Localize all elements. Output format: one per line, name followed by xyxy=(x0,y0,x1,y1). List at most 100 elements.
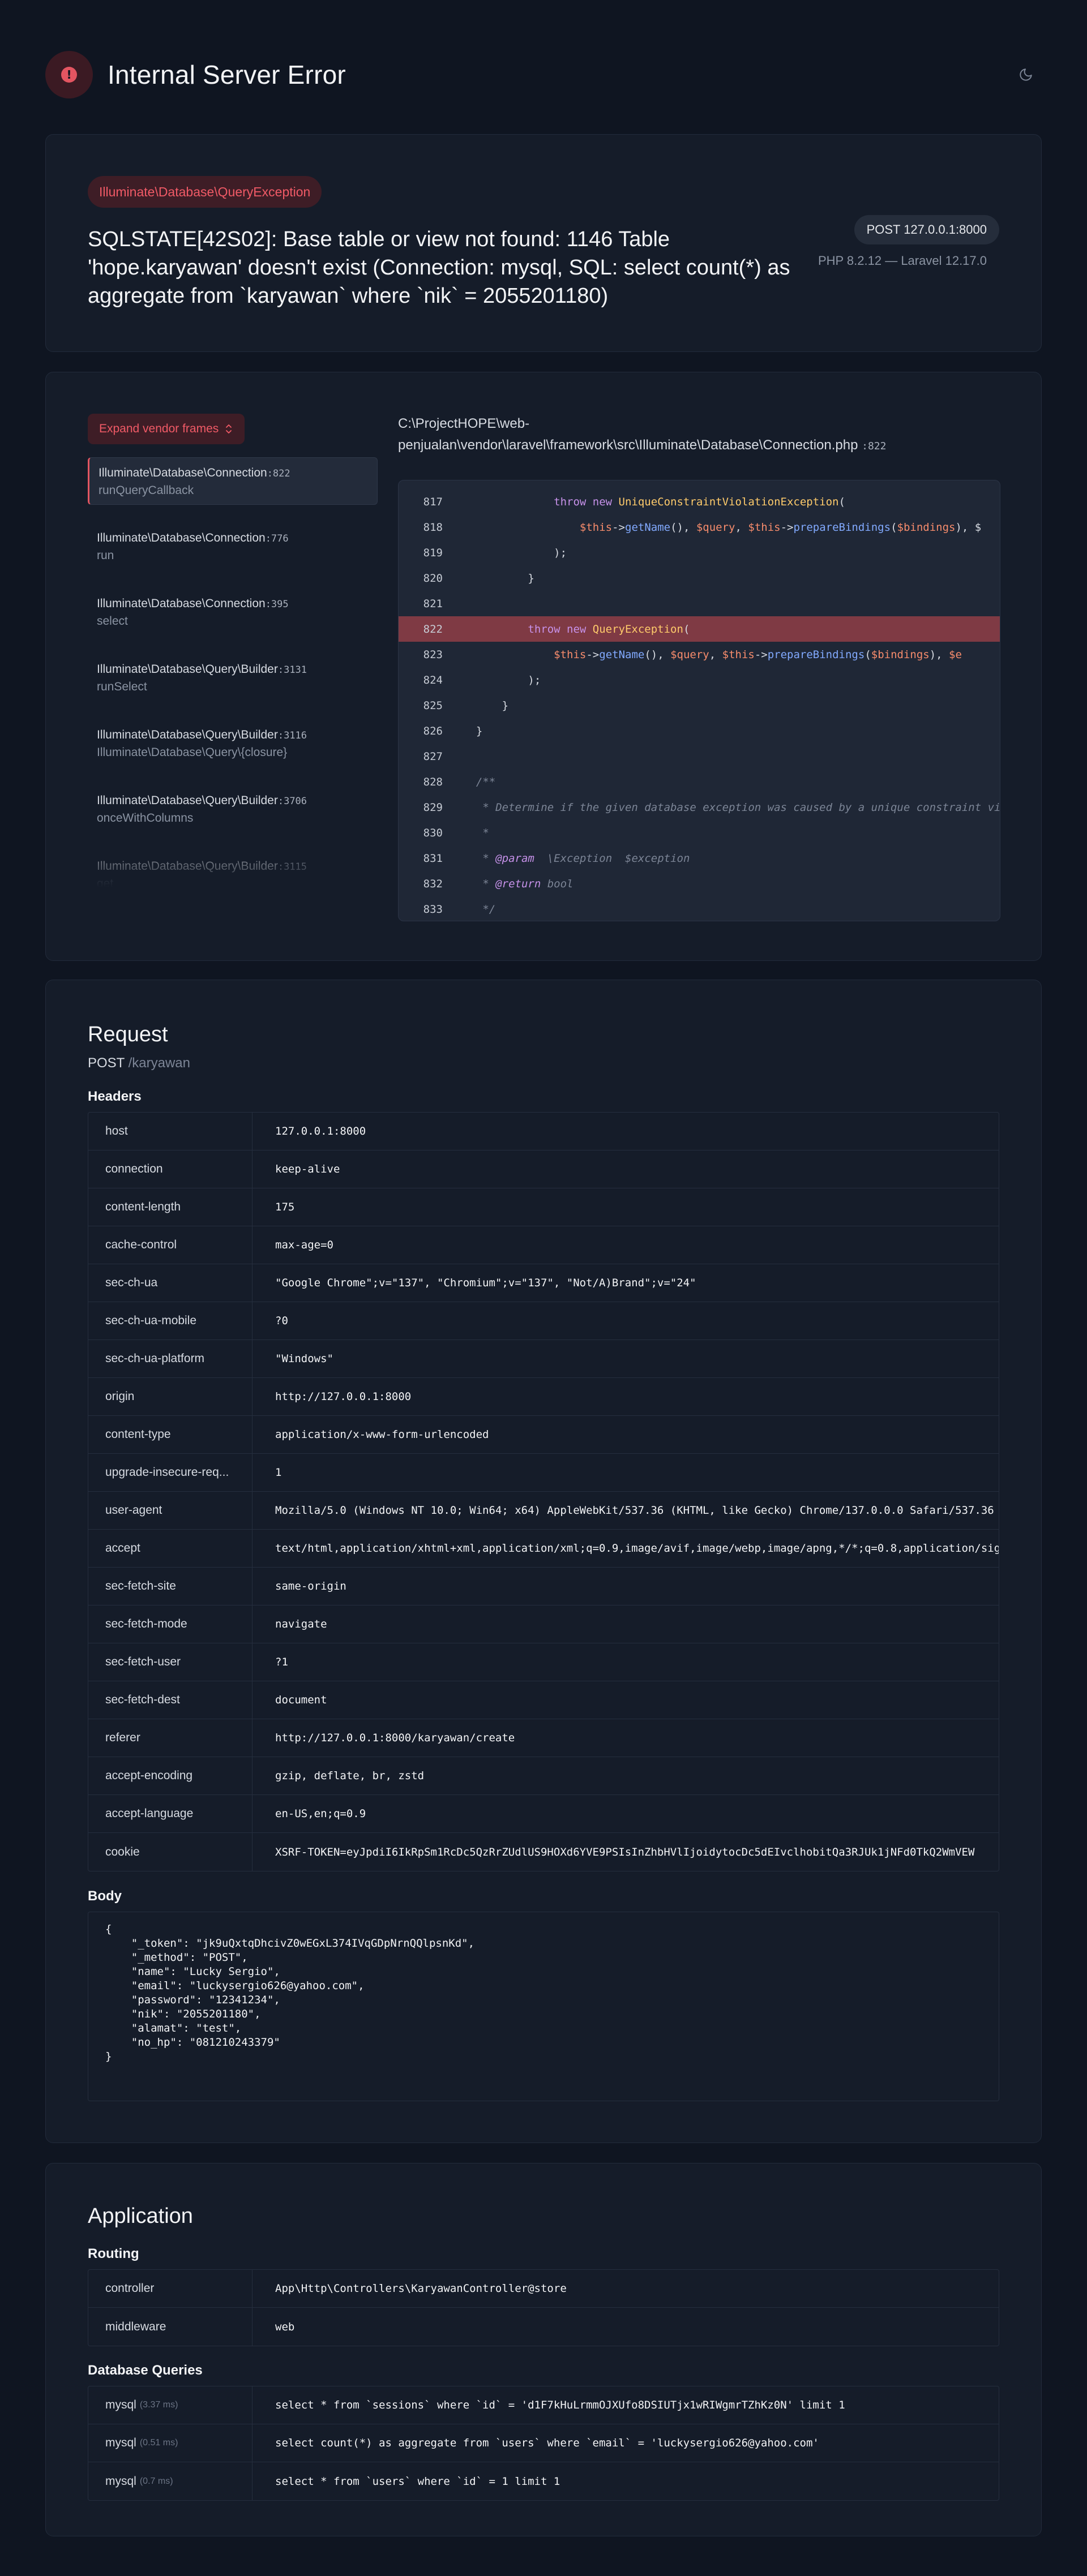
code-token: $this xyxy=(554,648,587,661)
header-key: sec-fetch-mode xyxy=(88,1605,253,1643)
routing-value: App\Http\Controllers\KaryawanController@… xyxy=(275,2282,567,2295)
code-line: 821 xyxy=(399,591,1000,616)
header-row: sec-fetch-user ?1 xyxy=(88,1643,999,1681)
code-line: 823 $this->getName(), $query, $this->pre… xyxy=(399,642,1000,667)
version-info: PHP 8.2.12 — Laravel 12.17.0 xyxy=(818,254,987,268)
frame-line: :3706 xyxy=(277,796,307,807)
query-sql: select * from `sessions` where `id` = 'd… xyxy=(275,2399,845,2411)
code-line: 819 ); xyxy=(399,540,1000,565)
top-bar: ! Internal Server Error xyxy=(45,51,1042,98)
stack-frame[interactable]: Illuminate\Database\Connection:395 selec… xyxy=(88,589,378,636)
header-key: content-type xyxy=(88,1416,253,1453)
code-token: $query xyxy=(696,521,735,534)
theme-toggle-button[interactable] xyxy=(1015,63,1037,86)
frame-class: Illuminate\Database\Connection xyxy=(97,531,266,544)
header-row: host 127.0.0.1:8000 xyxy=(88,1113,999,1150)
line-number: 823 xyxy=(423,648,443,661)
expand-vendor-frames-label: Expand vendor frames xyxy=(99,422,219,435)
query-time: (0.51 ms) xyxy=(139,2438,178,2448)
code-line: 818 $this->getName(), $query, $this->pre… xyxy=(399,514,1000,540)
routing-key: controller xyxy=(88,2270,253,2307)
headers-table: host 127.0.0.1:8000 connection keep-alive co… xyxy=(88,1112,999,1871)
header-key: upgrade-insecure-req... xyxy=(88,1454,253,1491)
request-method: POST xyxy=(88,1055,125,1071)
query-sql: select count(*) as aggregate from `users… xyxy=(275,2437,819,2449)
query-connection: mysql (0.7 ms) xyxy=(88,2462,253,2500)
frame-line: :3131 xyxy=(277,664,307,676)
header-value: XSRF-TOKEN=eyJpdiI6IkRpSm1RcDc5QzRrZUdlU… xyxy=(275,1845,975,1858)
stack-frame[interactable]: Illuminate\Database\Query\Builder:3131 r… xyxy=(88,654,378,702)
header-row: referer http://127.0.0.1:8000/karyawan/cr… xyxy=(88,1719,999,1757)
query-row: mysql (0.7 ms) select * from `users` wher… xyxy=(88,2462,999,2500)
stack-frame[interactable]: Illuminate\Database\Connection:822 runQu… xyxy=(88,457,378,505)
header-key: sec-fetch-site xyxy=(88,1568,253,1605)
header-row: accept-language en-US,en;q=0.9 xyxy=(88,1795,999,1833)
frame-function: runQueryCallback xyxy=(99,484,194,497)
header-value: text/html,application/xhtml+xml,applicat… xyxy=(275,1542,999,1555)
query-row: mysql (3.37 ms) select * from `sessions` … xyxy=(88,2386,999,2424)
header-value: "Windows" xyxy=(275,1353,333,1365)
header-row: sec-ch-ua "Google Chrome";v="137", "Chrom… xyxy=(88,1264,999,1302)
routing-title: Routing xyxy=(88,2246,139,2261)
code-token: QueryException xyxy=(592,622,683,636)
header-value: gzip, deflate, br, zstd xyxy=(275,1770,425,1782)
expand-vendor-frames-button[interactable]: Expand vendor frames xyxy=(88,414,245,444)
header-key: sec-ch-ua xyxy=(88,1264,253,1302)
routing-row: middleware web xyxy=(88,2308,999,2346)
code-token: getName xyxy=(599,648,645,661)
line-number: 819 xyxy=(423,546,443,559)
line-number: 824 xyxy=(423,673,443,686)
routing-key: middleware xyxy=(88,2308,253,2346)
request-card: Request POST /karyawan Headers host 127.0… xyxy=(45,980,1042,2143)
header-key: origin xyxy=(88,1378,253,1415)
code-token: $bindings xyxy=(897,521,956,534)
header-key: sec-ch-ua-mobile xyxy=(88,1302,253,1339)
code-comment: * Determine if the given database except… xyxy=(482,801,1000,814)
header-row: upgrade-insecure-req... 1 xyxy=(88,1454,999,1492)
header-key: cookie xyxy=(88,1833,253,1871)
chevron-up-down-icon xyxy=(226,424,232,433)
line-number: 831 xyxy=(423,852,443,865)
code-token: prepareBindings xyxy=(767,648,865,661)
header-value: 1 xyxy=(275,1466,282,1479)
frame-class: Illuminate\Database\Query\Builder xyxy=(97,794,278,807)
stack-frame[interactable]: Illuminate\Database\Query\Builder:3706 o… xyxy=(88,785,378,833)
header-value: navigate xyxy=(275,1618,327,1630)
header-value: ?0 xyxy=(275,1315,288,1327)
request-method-line: POST /karyawan xyxy=(88,1055,190,1071)
header-row: sec-ch-ua-mobile ?0 xyxy=(88,1302,999,1340)
code-line: 831 * @param \Exception $exception xyxy=(399,845,1000,871)
code-line: 829 * Determine if the given database ex… xyxy=(399,795,1000,820)
header-value: "Google Chrome";v="137", "Chromium";v="1… xyxy=(275,1277,696,1289)
header-value: max-age=0 xyxy=(275,1239,333,1251)
code-comment: \Exception $exception xyxy=(534,852,690,865)
request-title: Request xyxy=(88,1023,168,1046)
request-path: /karyawan xyxy=(128,1055,190,1071)
header-value: 175 xyxy=(275,1201,295,1213)
query-row: mysql (0.51 ms) select count(*) as aggreg… xyxy=(88,2424,999,2462)
code-line-highlighted: 822 throw new QueryException( xyxy=(399,616,1000,642)
exception-class-badge[interactable]: Illuminate\Database\QueryException xyxy=(88,176,322,208)
stack-frame[interactable]: Illuminate\Database\Query\Builder:3116 I… xyxy=(88,720,378,767)
header-value: 127.0.0.1:8000 xyxy=(275,1125,366,1137)
code-line: 825 } xyxy=(399,693,1000,718)
line-number: 830 xyxy=(423,826,443,839)
header-value: application/x-www-form-urlencoded xyxy=(275,1428,489,1441)
frame-line: :3116 xyxy=(277,730,307,741)
query-connection-name: mysql xyxy=(105,2474,136,2488)
header-row: cookie XSRF-TOKEN=eyJpdiI6IkRpSm1RcDc5QzR… xyxy=(88,1833,999,1871)
stack-frame[interactable]: Illuminate\Database\Query\Builder:3115 g… xyxy=(88,851,378,887)
file-path-line: :822 xyxy=(862,440,887,452)
line-number: 829 xyxy=(423,801,443,814)
query-connection-name: mysql xyxy=(105,2436,136,2449)
header-key: content-length xyxy=(88,1188,253,1226)
request-pill: POST 127.0.0.1:8000 xyxy=(854,215,999,244)
header-row: sec-fetch-site same-origin xyxy=(88,1568,999,1605)
query-connection: mysql (0.51 ms) xyxy=(88,2424,253,2462)
header-key: connection xyxy=(88,1150,253,1188)
line-number: 828 xyxy=(423,775,443,788)
stack-frame[interactable]: Illuminate\Database\Connection:776 run xyxy=(88,523,378,570)
code-token: getName xyxy=(625,521,671,534)
header-row: accept-encoding gzip, deflate, br, zstd xyxy=(88,1757,999,1795)
database-queries-table: mysql (3.37 ms) select * from `sessions` … xyxy=(88,2386,999,2501)
